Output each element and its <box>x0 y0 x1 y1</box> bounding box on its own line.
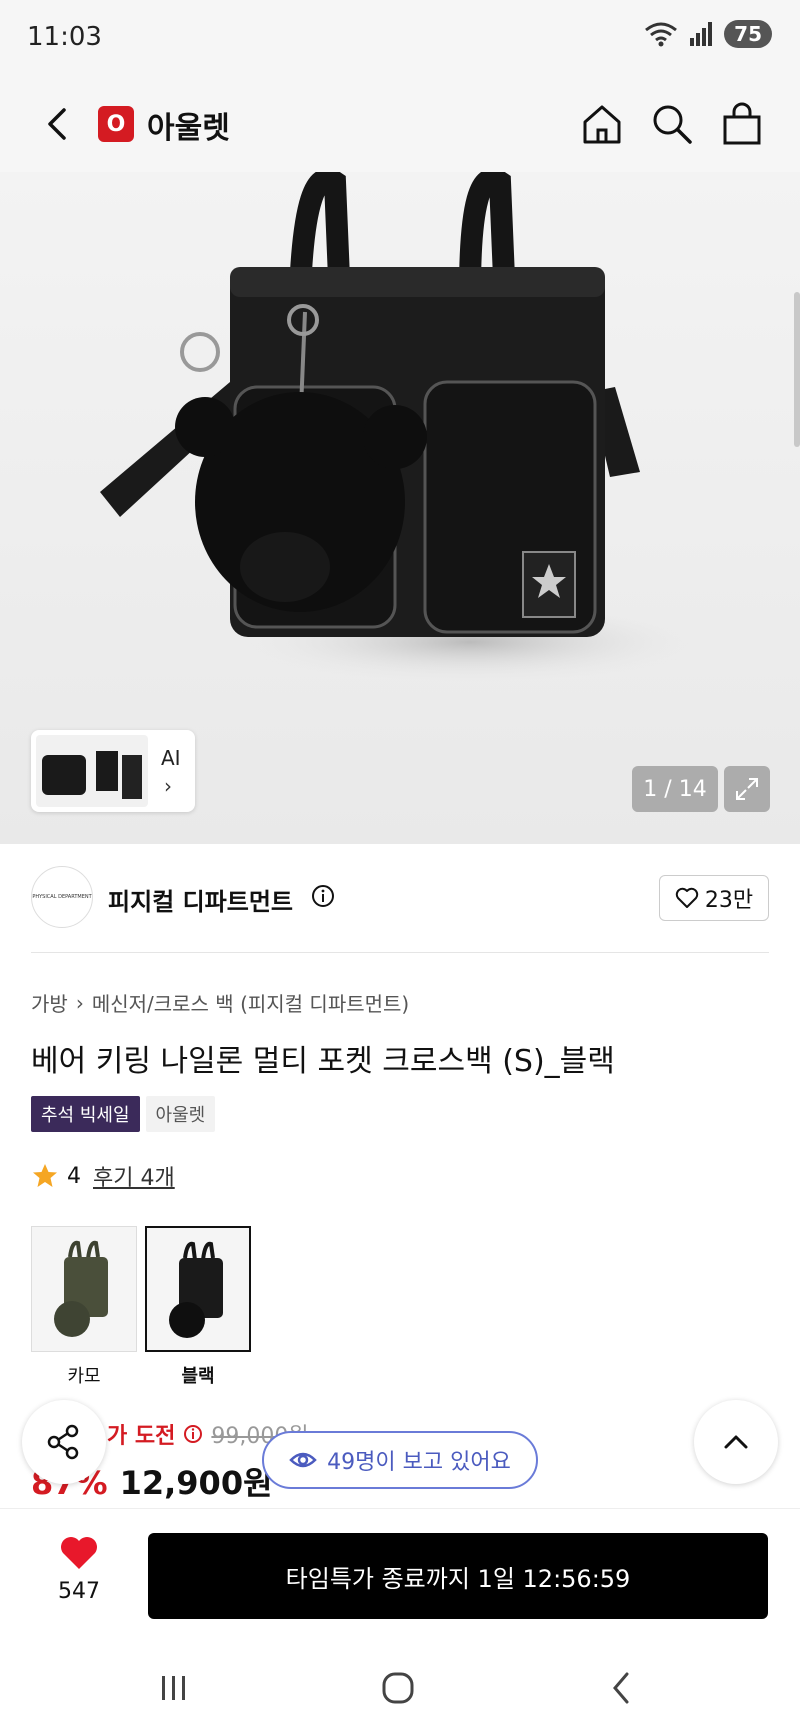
event-tag: 추석 빅세일 <box>31 1096 140 1132</box>
brand-like-count: 23만 <box>704 888 754 913</box>
breadcrumb-subcategory[interactable]: 메신저/크로스 백 (피지컬 디파트먼트) <box>92 988 409 1017</box>
product-title: 베어 키링 나일론 멀티 포켓 크로스백 (S)_블랙 <box>31 1044 615 1079</box>
recent-apps-button[interactable] <box>150 1664 198 1712</box>
final-price: 12,900원 <box>119 1464 273 1502</box>
share-icon <box>47 1424 79 1460</box>
viewers-text: 49명이 보고 있어요 <box>327 1450 511 1475</box>
breadcrumb-separator: › <box>75 990 84 1015</box>
header-title: 아울렛 <box>147 111 230 146</box>
option-black[interactable] <box>145 1226 251 1352</box>
viewers-badge: 49명이 보고 있어요 <box>262 1431 538 1489</box>
info-icon[interactable] <box>311 884 335 908</box>
scroll-top-button[interactable] <box>694 1400 778 1484</box>
expand-button[interactable] <box>724 766 770 812</box>
wish-count: 547 <box>58 1579 100 1604</box>
home-icon <box>583 105 621 144</box>
option-black-label: 블랙 <box>181 1366 215 1387</box>
recent-apps-icon <box>162 1676 185 1700</box>
status-time: 11:03 <box>27 22 102 52</box>
eye-icon <box>289 1452 317 1468</box>
price-challenge-label: 가 도전 <box>107 1424 176 1449</box>
shopping-bag-icon <box>723 102 761 145</box>
heart-outline-icon <box>675 887 699 908</box>
battery-indicator: 75 <box>724 20 772 48</box>
search-button[interactable] <box>648 100 696 148</box>
purchase-bar: 547 타임특가 종료까지 1일 12:56:59 <box>0 1508 800 1640</box>
chevron-right-icon: › <box>164 774 172 798</box>
page-scrollbar[interactable] <box>794 292 800 447</box>
brand-logo: PHYSICAL DEPARTMENT <box>31 866 93 928</box>
chevron-up-icon <box>724 1435 748 1449</box>
share-button[interactable] <box>22 1400 106 1484</box>
option-camo-image <box>54 1240 108 1337</box>
signal-icon <box>690 22 713 46</box>
rating-value: 4 <box>67 1163 81 1189</box>
ai-thumbnail <box>36 735 148 807</box>
rating-row: 4 후기 4개 <box>31 1160 175 1192</box>
breadcrumb: 가방 › 메신저/크로스 백 (피지컬 디파트먼트) <box>31 988 409 1017</box>
expand-icon <box>736 778 758 800</box>
review-link[interactable]: 후기 4개 <box>93 1160 175 1192</box>
option-black-image <box>169 1241 223 1338</box>
outlet-tag: 아울렛 <box>145 1096 216 1132</box>
thumbnail-image <box>42 751 142 799</box>
brand-like-button[interactable]: 23만 <box>659 875 769 921</box>
outlet-logo: O <box>98 106 134 142</box>
system-nav-bar <box>0 1640 800 1733</box>
option-camo[interactable] <box>31 1226 137 1352</box>
wifi-icon <box>645 22 678 47</box>
time-deal-button[interactable]: 타임특가 종료까지 1일 12:56:59 <box>148 1533 768 1619</box>
home-nav-button[interactable] <box>374 1664 422 1712</box>
image-counter: 1 / 14 <box>632 766 718 812</box>
breadcrumb-category[interactable]: 가방 <box>31 988 68 1017</box>
chevron-left-icon <box>613 1672 629 1704</box>
brand-name[interactable]: 피지컬 디파트먼트 <box>108 882 293 917</box>
info-icon[interactable] <box>183 1424 203 1444</box>
wish-button[interactable]: 547 <box>42 1535 116 1604</box>
ai-similar-card[interactable]: AI › <box>31 730 195 812</box>
ai-label: AI <box>161 746 181 770</box>
back-button[interactable] <box>34 100 82 148</box>
home-button[interactable] <box>578 100 626 148</box>
status-icons: 75 <box>644 20 772 48</box>
back-nav-button[interactable] <box>598 1664 646 1712</box>
product-tags: 추석 빅세일 아울렛 <box>31 1096 216 1132</box>
chevron-left-icon <box>48 108 66 140</box>
status-bar: 11:03 75 <box>0 0 800 76</box>
divider <box>31 952 769 953</box>
star-icon <box>33 1164 57 1187</box>
option-camo-label: 카모 <box>67 1366 101 1387</box>
cart-button[interactable] <box>718 100 766 148</box>
search-icon <box>653 105 692 144</box>
app-header: O 아울렛 <box>0 76 800 172</box>
home-circle-icon <box>382 1672 414 1704</box>
heart-filled-icon <box>61 1537 97 1569</box>
brand-row[interactable]: PHYSICAL DEPARTMENT 피지컬 디파트먼트 23만 <box>0 866 800 956</box>
